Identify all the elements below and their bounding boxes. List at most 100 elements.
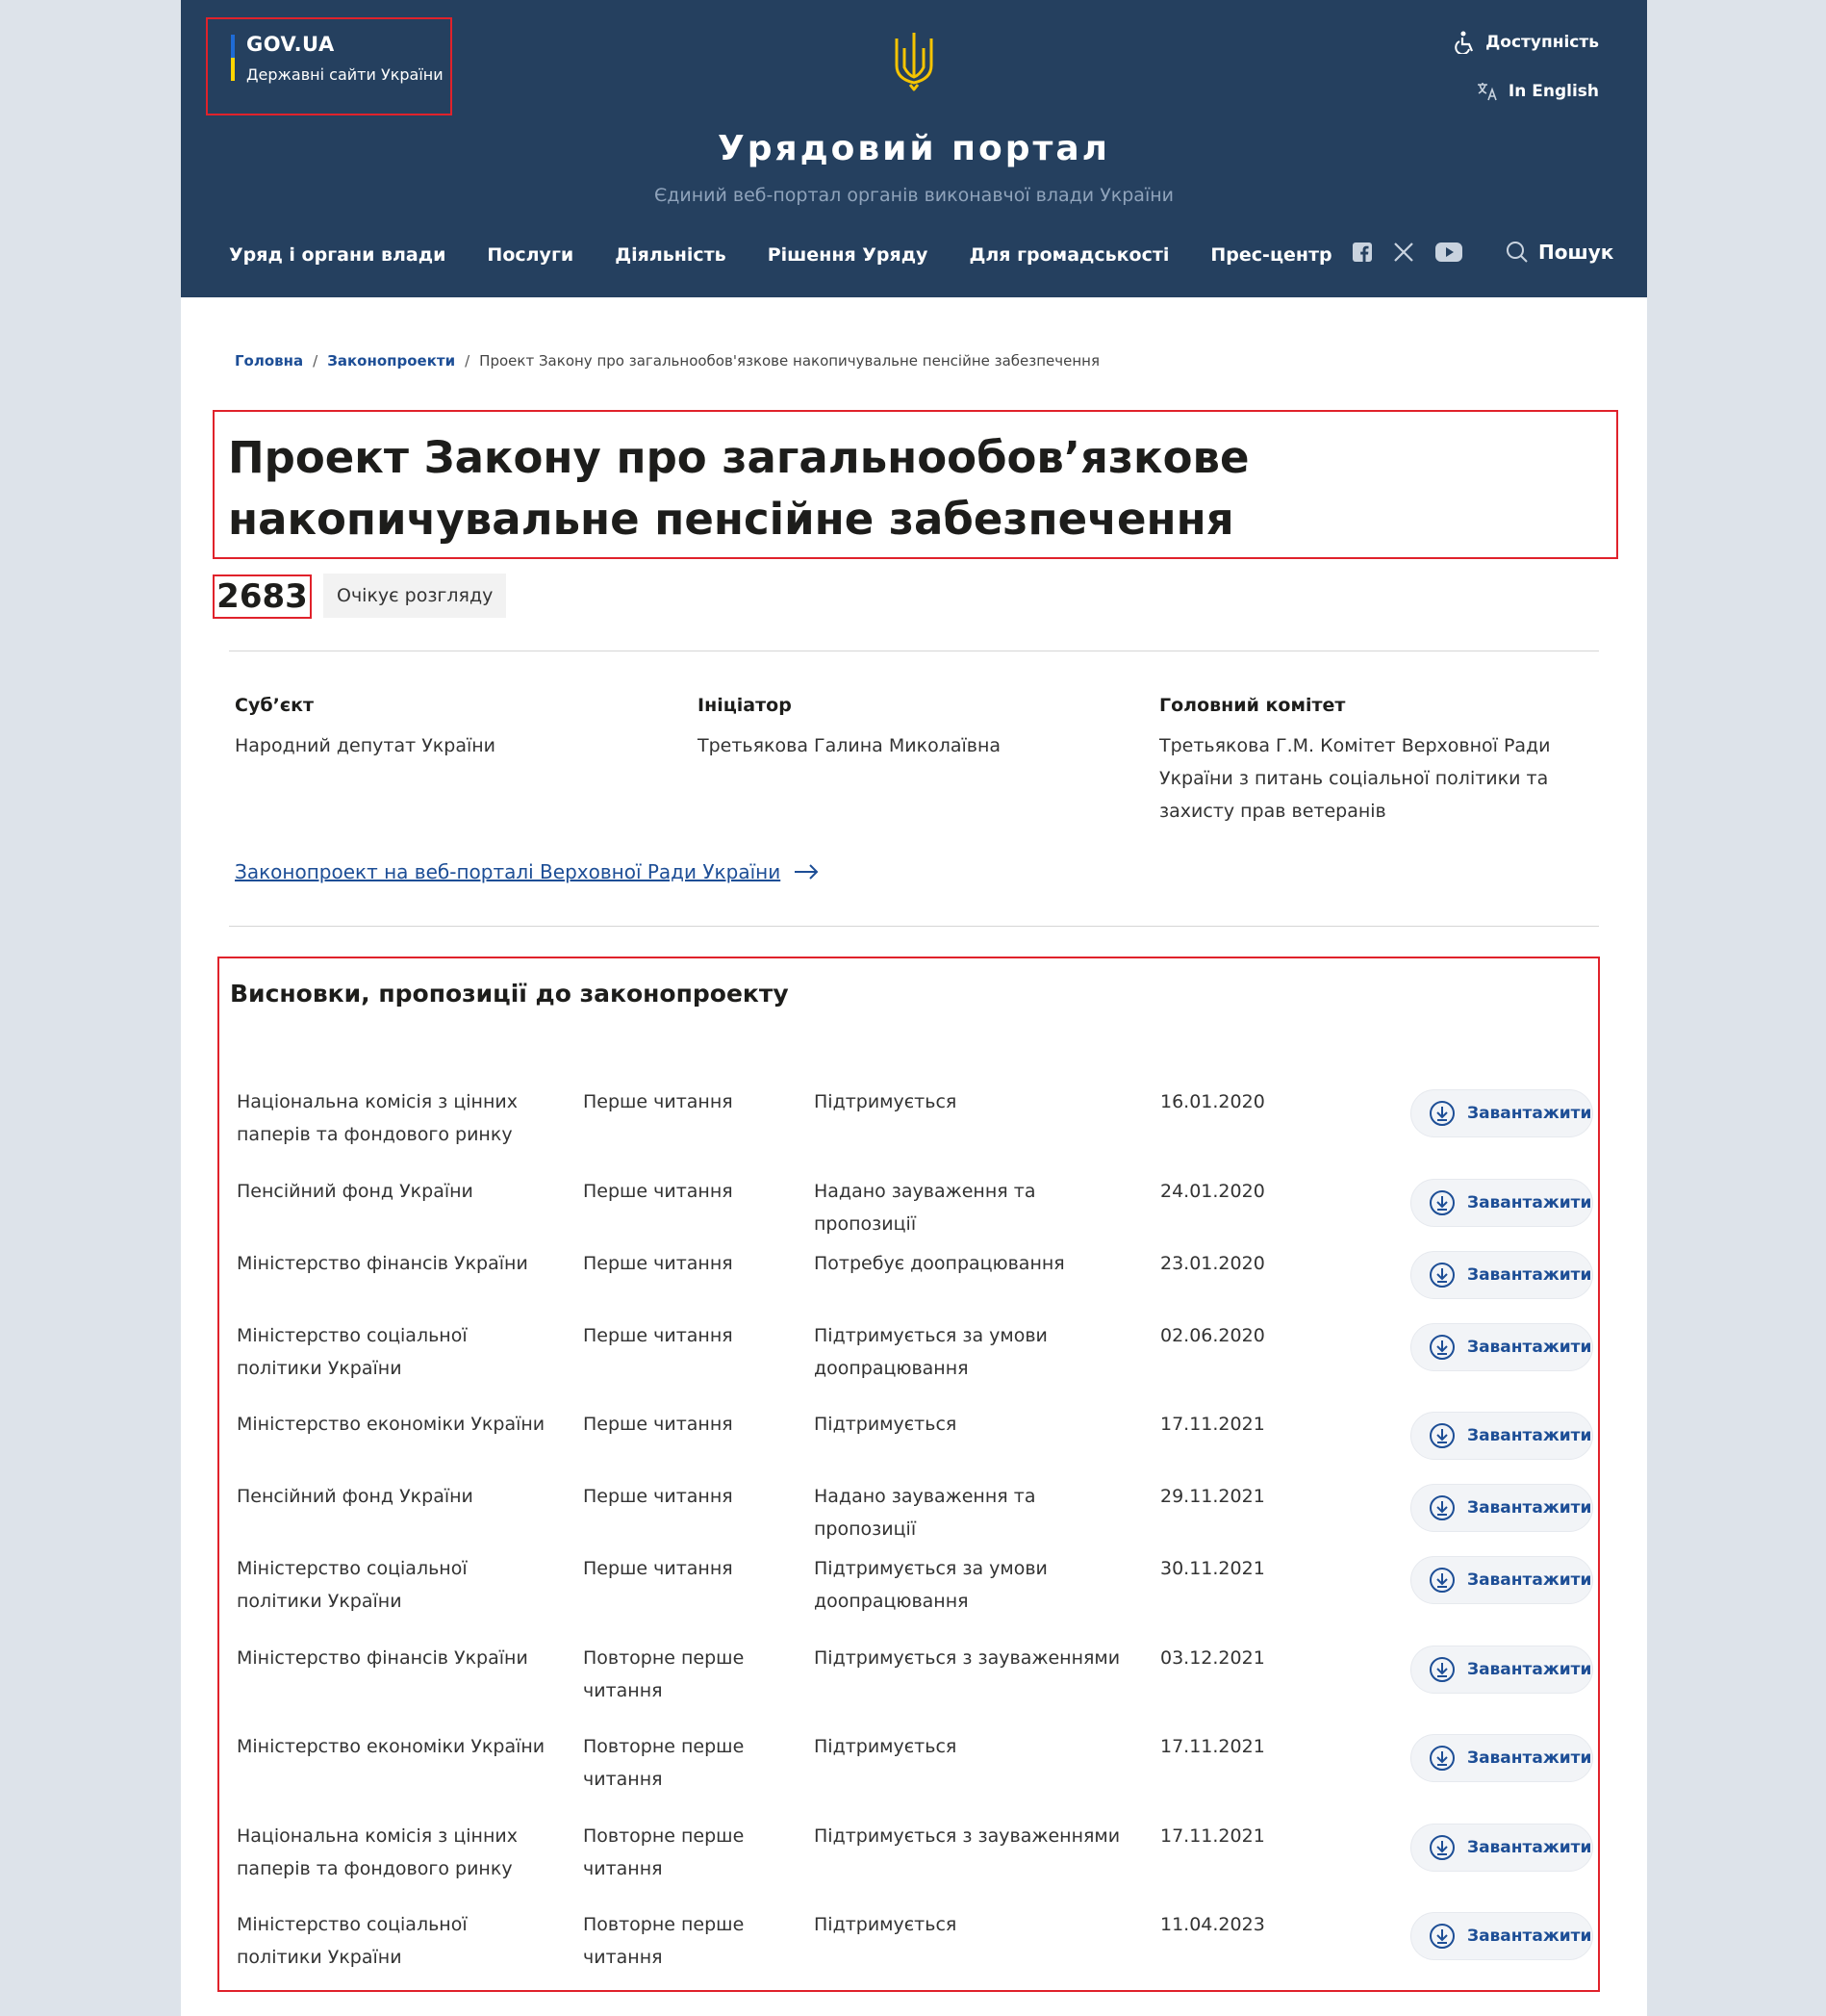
gov-ua-link[interactable]: GOV.UA Державні сайти України bbox=[206, 17, 452, 115]
download-button[interactable]: Завантажити bbox=[1410, 1484, 1593, 1532]
initiator-value: Третьякова Галина Миколаївна bbox=[697, 735, 1002, 756]
download-label: Завантажити bbox=[1467, 1193, 1592, 1212]
page: GOV.UA Державні сайти України Доступніст… bbox=[181, 0, 1647, 2016]
row-stage: Повторне перше читання bbox=[583, 1647, 745, 1701]
download-label: Завантажити bbox=[1467, 1570, 1592, 1590]
initiator-block: Ініціатор Третьякова Галина Миколаївна bbox=[697, 695, 1102, 762]
search-button[interactable]: Пошук bbox=[1506, 241, 1613, 264]
download-button[interactable]: Завантажити bbox=[1410, 1412, 1593, 1460]
gov-ua-subtitle: Державні сайти України bbox=[246, 65, 444, 84]
download-button[interactable]: Завантажити bbox=[1410, 1734, 1593, 1782]
nav-government[interactable]: Уряд і органи влади bbox=[229, 244, 445, 266]
download-button[interactable]: Завантажити bbox=[1410, 1089, 1593, 1137]
row-organization: Міністерство економіки України bbox=[237, 1414, 545, 1435]
download-label: Завантажити bbox=[1467, 1838, 1592, 1857]
download-label: Завантажити bbox=[1467, 1104, 1592, 1123]
download-label: Завантажити bbox=[1467, 1265, 1592, 1285]
nav-activity[interactable]: Діяльність bbox=[615, 244, 726, 266]
row-date: 23.01.2020 bbox=[1160, 1253, 1265, 1274]
language-label: In English bbox=[1508, 82, 1599, 101]
download-icon bbox=[1430, 1101, 1455, 1126]
download-icon bbox=[1430, 1335, 1455, 1360]
download-icon bbox=[1430, 1423, 1455, 1448]
breadcrumb-home[interactable]: Головна bbox=[235, 352, 303, 370]
conclusions-section: Висновки, пропозиції до законопроекту На… bbox=[217, 957, 1600, 1992]
row-organization: Міністерство соціальної політики України bbox=[237, 1558, 468, 1612]
download-icon bbox=[1430, 1568, 1455, 1593]
row-date: 11.04.2023 bbox=[1160, 1914, 1265, 1935]
download-label: Завантажити bbox=[1467, 1660, 1592, 1679]
download-label: Завантажити bbox=[1467, 1498, 1592, 1518]
row-date: 02.06.2020 bbox=[1160, 1325, 1265, 1346]
breadcrumb-bills[interactable]: Законопроекти bbox=[327, 352, 455, 370]
download-label: Завантажити bbox=[1467, 1748, 1592, 1768]
language-switch[interactable]: In English bbox=[1476, 81, 1599, 102]
row-organization: Міністерство соціальної політики України bbox=[237, 1325, 468, 1379]
row-organization: Міністерство фінансів України bbox=[237, 1647, 528, 1669]
download-icon bbox=[1430, 1495, 1455, 1520]
row-decision: Підтримується bbox=[814, 1091, 957, 1112]
verkhovna-rada-link-label: Законопроект на веб-порталі Верховної Ра… bbox=[235, 860, 781, 883]
facebook-icon[interactable] bbox=[1353, 242, 1372, 262]
accessibility-label: Доступність bbox=[1485, 33, 1599, 52]
breadcrumb-separator: / bbox=[465, 352, 470, 370]
row-stage: Повторне перше читання bbox=[583, 1736, 745, 1790]
nav-public[interactable]: Для громадськості bbox=[969, 244, 1169, 266]
status-badge: Очікує розгляду bbox=[323, 574, 507, 618]
download-button[interactable]: Завантажити bbox=[1410, 1646, 1593, 1694]
verkhovna-rada-link[interactable]: Законопроект на веб-порталі Верховної Ра… bbox=[235, 860, 819, 883]
row-stage: Перше читання bbox=[583, 1486, 733, 1507]
row-organization: Національна комісія з цінних паперів та … bbox=[237, 1091, 518, 1145]
download-button[interactable]: Завантажити bbox=[1410, 1912, 1593, 1960]
download-button[interactable]: Завантажити bbox=[1410, 1556, 1593, 1604]
row-stage: Перше читання bbox=[583, 1091, 733, 1112]
bill-title-box: Проект Закону про загальнообов’язкове на… bbox=[213, 410, 1618, 559]
download-button[interactable]: Завантажити bbox=[1410, 1824, 1593, 1872]
breadcrumb-current: Проект Закону про загальнообов'язкове на… bbox=[479, 352, 1101, 370]
row-decision: Підтримується за умови доопрацювання bbox=[814, 1325, 1048, 1379]
nav-services[interactable]: Послуги bbox=[487, 244, 573, 266]
download-icon bbox=[1430, 1746, 1455, 1771]
row-stage: Перше читання bbox=[583, 1181, 733, 1202]
portal-title: Урядовий портал bbox=[717, 129, 1111, 168]
committee-label: Головний комітет bbox=[1159, 695, 1346, 716]
download-icon bbox=[1430, 1263, 1455, 1288]
row-decision: Підтримується bbox=[814, 1914, 957, 1935]
subject-value: Народний депутат України bbox=[235, 735, 496, 756]
row-date: 16.01.2020 bbox=[1160, 1091, 1265, 1112]
accessibility-icon bbox=[1455, 31, 1474, 54]
gov-ua-brand: GOV.UA bbox=[246, 33, 335, 56]
row-stage: Перше читання bbox=[583, 1558, 733, 1579]
row-organization: Пенсійний фонд України bbox=[237, 1181, 473, 1202]
download-button[interactable]: Завантажити bbox=[1410, 1251, 1593, 1299]
row-organization: Пенсійний фонд України bbox=[237, 1486, 473, 1507]
committee-block: Головний комітет Третьякова Г.М. Комітет… bbox=[1159, 695, 1563, 828]
row-decision: Підтримується за умови доопрацювання bbox=[814, 1558, 1048, 1612]
download-label: Завантажити bbox=[1467, 1927, 1592, 1946]
row-date: 24.01.2020 bbox=[1160, 1181, 1265, 1202]
nav-decisions[interactable]: Рішення Уряду bbox=[768, 244, 928, 266]
translate-icon bbox=[1477, 83, 1497, 101]
download-label: Завантажити bbox=[1467, 1338, 1592, 1357]
subject-label: Суб’єкт bbox=[235, 695, 314, 716]
row-organization: Національна комісія з цінних паперів та … bbox=[237, 1825, 518, 1879]
row-stage: Повторне перше читання bbox=[583, 1825, 745, 1879]
committee-value: Третьякова Г.М. Комітет Верховної Ради У… bbox=[1159, 735, 1551, 822]
download-label: Завантажити bbox=[1467, 1426, 1592, 1445]
row-decision: Підтримується bbox=[814, 1736, 957, 1757]
row-date: 17.11.2021 bbox=[1160, 1825, 1265, 1847]
bill-number: 2683 bbox=[213, 574, 312, 619]
row-decision: Підтримується bbox=[814, 1414, 957, 1435]
search-icon bbox=[1507, 242, 1528, 263]
download-button[interactable]: Завантажити bbox=[1410, 1323, 1593, 1371]
accessibility-link[interactable]: Доступність bbox=[1455, 31, 1599, 54]
x-icon[interactable] bbox=[1393, 242, 1414, 262]
row-decision: Підтримується з зауваженнями bbox=[814, 1647, 1121, 1669]
site-header: GOV.UA Державні сайти України Доступніст… bbox=[181, 0, 1647, 297]
nav-press-center[interactable]: Прес-центр bbox=[1210, 244, 1331, 266]
download-icon bbox=[1430, 1835, 1455, 1860]
download-button[interactable]: Завантажити bbox=[1410, 1179, 1593, 1227]
row-decision: Надано зауваження та пропозиції bbox=[814, 1181, 1036, 1235]
flag-icon bbox=[231, 35, 235, 81]
youtube-icon[interactable] bbox=[1435, 242, 1462, 262]
